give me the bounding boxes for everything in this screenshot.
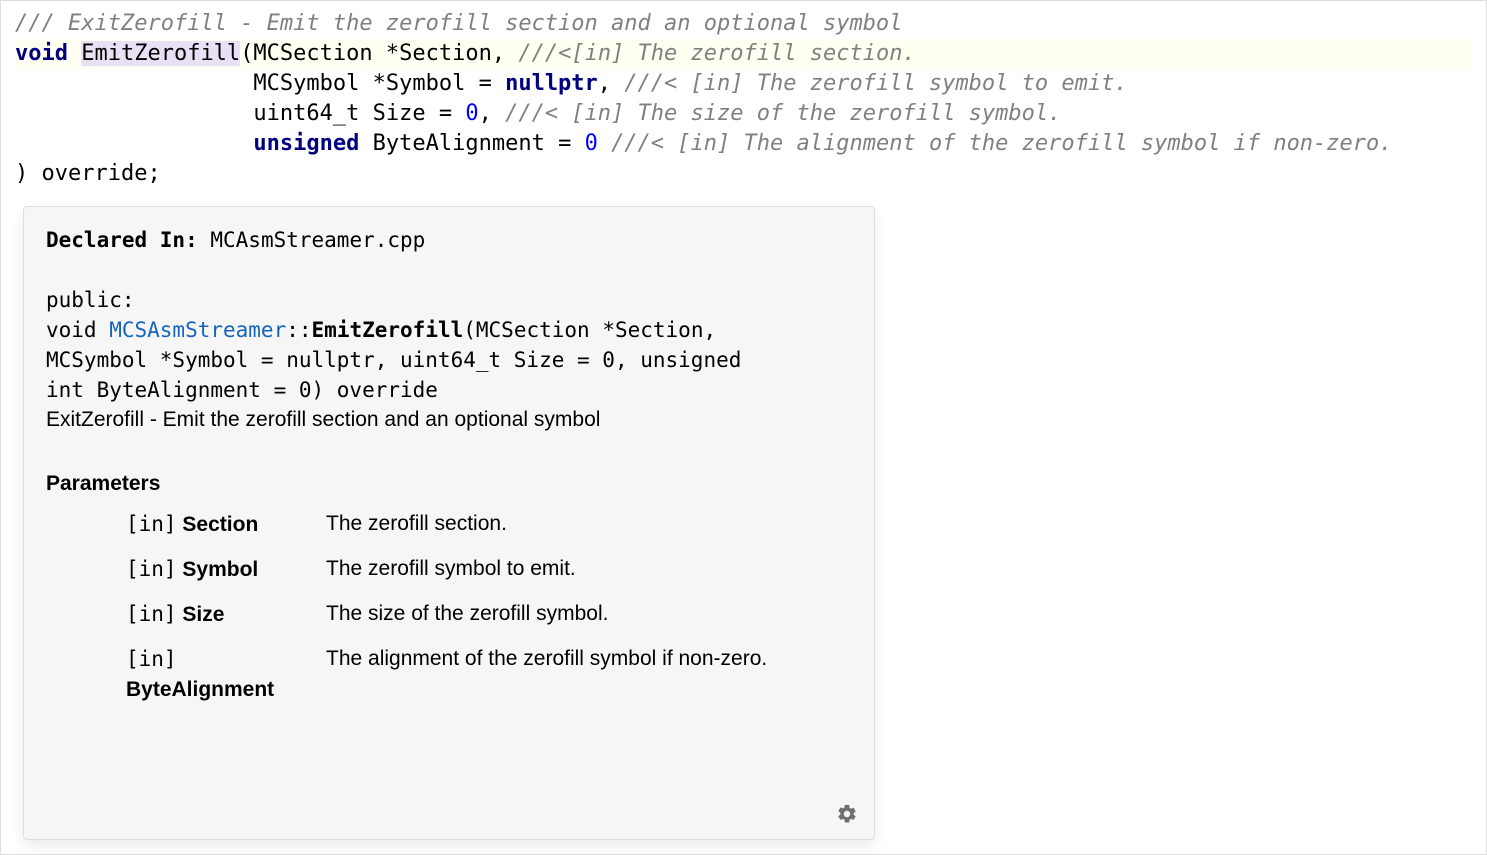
param-row: [in] Symbol The zerofill symbol to emit. <box>46 554 852 585</box>
param-row: [in] Size The size of the zerofill symbo… <box>46 599 852 630</box>
sig-void: void <box>46 318 109 342</box>
code-text: , <box>479 101 506 126</box>
code-line: /// ExitZerofill - Emit the zerofill sec… <box>15 9 1472 39</box>
code-text: (MCSection *Section, <box>240 41 518 66</box>
code-text: MCSymbol *Symbol = <box>15 71 505 96</box>
param-dir: [in] <box>126 647 177 671</box>
code-text: ByteAlignment = <box>359 131 584 156</box>
param-dir: [in] <box>126 602 177 626</box>
code-line: uint64_t Size = 0, ///< [in] The size of… <box>15 99 1472 129</box>
declared-in-row: Declared In: MCAsmStreamer.cpp <box>46 225 852 255</box>
code-comment: ///<[in] The zerofill section. <box>518 41 915 66</box>
param-row: [in] Section The zerofill section. <box>46 509 852 540</box>
keyword-void: void <box>15 41 68 66</box>
code-text: , <box>598 71 625 96</box>
sig-sep: :: <box>286 318 311 342</box>
sig-fn: EmitZerofill <box>312 318 464 342</box>
param-desc: The zerofill section. <box>326 509 852 539</box>
code-editor[interactable]: /// ExitZerofill - Emit the zerofill sec… <box>1 1 1486 197</box>
param-key: [in] Section <box>46 509 326 540</box>
code-comment: ///< [in] The alignment of the zerofill … <box>611 131 1392 156</box>
signature-line: int ByteAlignment = 0) override <box>46 375 852 405</box>
documentation-tooltip: Declared In: MCAsmStreamer.cpp public: v… <box>23 206 875 840</box>
declared-in-file: MCAsmStreamer.cpp <box>210 228 425 252</box>
sig-rest: (MCSection *Section, <box>463 318 716 342</box>
code-line: unsigned ByteAlignment = 0 ///< [in] The… <box>15 129 1472 159</box>
parameters-heading: Parameters <box>46 469 852 499</box>
param-key: [in] Symbol <box>46 554 326 585</box>
param-dir: [in] <box>126 512 177 536</box>
brief-description: ExitZerofill - Emit the zerofill section… <box>46 405 852 435</box>
gear-icon[interactable] <box>836 803 858 825</box>
keyword-nullptr: nullptr <box>505 71 598 96</box>
code-text <box>15 131 253 156</box>
keyword-unsigned: unsigned <box>253 131 359 156</box>
param-name: Symbol <box>182 558 258 581</box>
param-key: [in] ByteAlignment <box>46 644 326 705</box>
param-name: ByteAlignment <box>126 678 274 701</box>
param-row: [in] ByteAlignment The alignment of the … <box>46 644 852 705</box>
code-line-highlighted: void EmitZerofill(MCSection *Section, //… <box>15 39 1472 69</box>
literal-zero: 0 <box>465 101 478 126</box>
signature-line: void MCSAsmStreamer::EmitZerofill(MCSect… <box>46 315 852 345</box>
code-comment: ///< [in] The size of the zerofill symbo… <box>505 101 1061 126</box>
code-text: ) override; <box>15 161 161 186</box>
param-desc: The size of the zerofill symbol. <box>326 599 852 629</box>
param-name: Section <box>182 513 258 536</box>
param-key: [in] Size <box>46 599 326 630</box>
function-name: EmitZerofill <box>81 41 240 66</box>
code-line: ) override; <box>15 159 1472 189</box>
param-desc: The zerofill symbol to emit. <box>326 554 852 584</box>
param-dir: [in] <box>126 557 177 581</box>
param-name: Size <box>182 603 224 626</box>
code-text: uint64_t Size = <box>15 101 465 126</box>
code-comment: /// ExitZerofill - Emit the zerofill sec… <box>15 11 902 36</box>
literal-zero: 0 <box>585 131 598 156</box>
signature-line: MCSymbol *Symbol = nullptr, uint64_t Siz… <box>46 345 852 375</box>
spacer <box>46 255 852 285</box>
sig-class[interactable]: MCSAsmStreamer <box>109 318 286 342</box>
declared-in-label: Declared In: <box>46 228 198 252</box>
signature-public: public: <box>46 285 852 315</box>
code-text <box>598 131 611 156</box>
code-comment: ///< [in] The zerofill symbol to emit. <box>624 71 1127 96</box>
code-line: MCSymbol *Symbol = nullptr, ///< [in] Th… <box>15 69 1472 99</box>
param-desc: The alignment of the zerofill symbol if … <box>326 644 852 674</box>
